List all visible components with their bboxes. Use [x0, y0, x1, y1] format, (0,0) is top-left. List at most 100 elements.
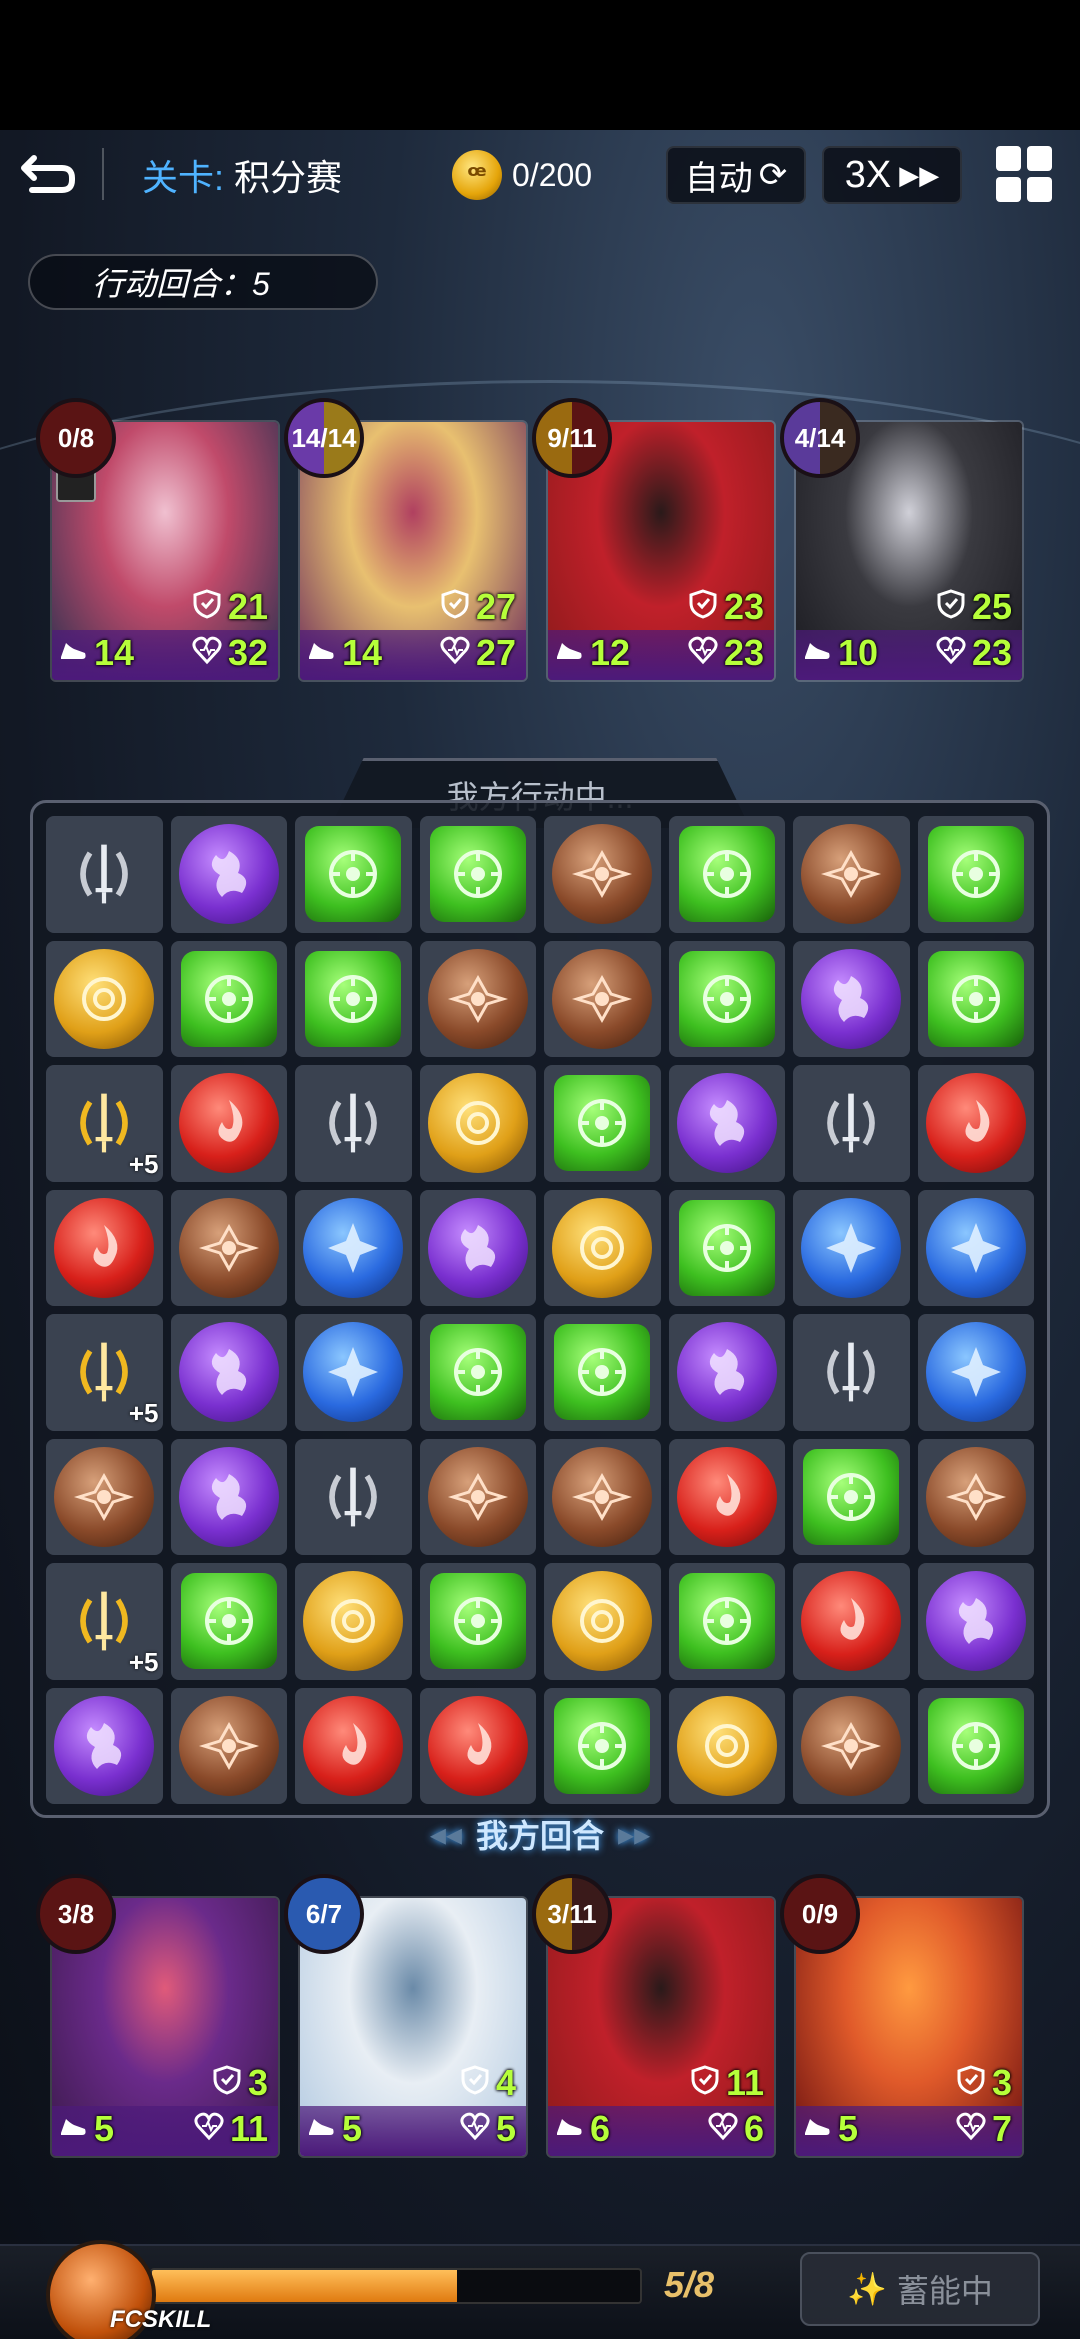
board-cell[interactable]: [46, 940, 163, 1057]
green-gem[interactable]: [678, 1573, 775, 1670]
board-cell[interactable]: [917, 816, 1034, 933]
board-cell[interactable]: [295, 1563, 412, 1680]
brown-gem[interactable]: [552, 1446, 653, 1547]
blue-gem[interactable]: [801, 1197, 902, 1298]
green-gem[interactable]: [927, 1697, 1024, 1794]
silver-sword-gem[interactable]: [801, 1322, 901, 1422]
board-cell[interactable]: [170, 1189, 287, 1306]
red-gem[interactable]: [303, 1695, 404, 1796]
board-cell[interactable]: [544, 1687, 661, 1804]
green-gem[interactable]: [554, 1324, 651, 1421]
board-cell[interactable]: [170, 1438, 287, 1555]
board-cell[interactable]: [793, 1563, 910, 1680]
board-cell[interactable]: [793, 1314, 910, 1431]
board-cell[interactable]: +5: [46, 1314, 163, 1431]
board-cell[interactable]: [917, 1065, 1034, 1182]
board-cell[interactable]: [917, 1563, 1034, 1680]
board-cell[interactable]: [917, 940, 1034, 1057]
red-gem[interactable]: [925, 1073, 1026, 1174]
green-gem[interactable]: [429, 826, 526, 923]
charge-button[interactable]: ✨ 蓄能中: [800, 2252, 1040, 2326]
red-gem[interactable]: [178, 1073, 279, 1174]
board-cell[interactable]: [170, 1065, 287, 1182]
green-gem[interactable]: [429, 1573, 526, 1670]
board-cell[interactable]: [170, 816, 287, 933]
board-cell[interactable]: [917, 1314, 1034, 1431]
brown-gem[interactable]: [427, 948, 528, 1049]
board-cell[interactable]: [668, 1314, 785, 1431]
brown-gem[interactable]: [801, 1695, 902, 1796]
board-cell[interactable]: [46, 816, 163, 933]
board-cell[interactable]: [793, 940, 910, 1057]
silver-sword-gem[interactable]: [303, 1073, 403, 1173]
brown-gem[interactable]: [54, 1446, 155, 1547]
board-cell[interactable]: [544, 816, 661, 933]
board-cell[interactable]: [419, 1438, 536, 1555]
board-cell[interactable]: [544, 940, 661, 1057]
board-cell[interactable]: [544, 1438, 661, 1555]
brown-gem[interactable]: [427, 1446, 528, 1547]
board-cell[interactable]: [170, 1563, 287, 1680]
purple-gem[interactable]: [427, 1197, 528, 1298]
gold-gem[interactable]: [427, 1073, 528, 1174]
speed-button[interactable]: 3X ▶▶: [822, 146, 962, 204]
purple-gem[interactable]: [178, 824, 279, 925]
board-cell[interactable]: [668, 1438, 785, 1555]
green-gem[interactable]: [678, 826, 775, 923]
board-cell[interactable]: [295, 940, 412, 1057]
board-cell[interactable]: [419, 1687, 536, 1804]
board-cell[interactable]: [295, 1438, 412, 1555]
green-gem[interactable]: [305, 950, 402, 1047]
board-cell[interactable]: [419, 1314, 536, 1431]
board-cell[interactable]: [295, 1314, 412, 1431]
board-cell[interactable]: [170, 1687, 287, 1804]
purple-gem[interactable]: [676, 1073, 777, 1174]
brown-gem[interactable]: [801, 824, 902, 925]
board-cell[interactable]: [295, 1189, 412, 1306]
grid-menu-icon[interactable]: [996, 146, 1052, 202]
board-cell[interactable]: [419, 1563, 536, 1680]
purple-gem[interactable]: [676, 1322, 777, 1423]
gem-board[interactable]: +5 +5 +5: [46, 816, 1034, 1804]
board-cell[interactable]: [544, 1563, 661, 1680]
board-cell[interactable]: [668, 940, 785, 1057]
board-cell[interactable]: [793, 1189, 910, 1306]
green-gem[interactable]: [927, 950, 1024, 1047]
board-cell[interactable]: [419, 1189, 536, 1306]
green-gem[interactable]: [803, 1448, 900, 1545]
board-cell[interactable]: [917, 1438, 1034, 1555]
board-cell[interactable]: [295, 1687, 412, 1804]
blue-gem[interactable]: [925, 1197, 1026, 1298]
green-gem[interactable]: [305, 826, 402, 923]
blue-gem[interactable]: [303, 1322, 404, 1423]
red-gem[interactable]: [676, 1446, 777, 1547]
brown-gem[interactable]: [552, 948, 653, 1049]
board-cell[interactable]: [793, 1687, 910, 1804]
red-gem[interactable]: [801, 1571, 902, 1672]
board-cell[interactable]: [295, 816, 412, 933]
purple-gem[interactable]: [925, 1571, 1026, 1672]
gold-gem[interactable]: [303, 1571, 404, 1672]
back-button[interactable]: [18, 140, 88, 210]
gold-gem[interactable]: [552, 1197, 653, 1298]
green-gem[interactable]: [678, 1199, 775, 1296]
green-gem[interactable]: [180, 950, 277, 1047]
board-cell[interactable]: [917, 1687, 1034, 1804]
auto-button[interactable]: 自动 ⟳: [666, 146, 806, 204]
board-cell[interactable]: [668, 816, 785, 933]
purple-gem[interactable]: [801, 948, 902, 1049]
board-cell[interactable]: [668, 1563, 785, 1680]
board-cell[interactable]: [419, 940, 536, 1057]
board-cell[interactable]: [295, 1065, 412, 1182]
green-gem[interactable]: [678, 950, 775, 1047]
purple-gem[interactable]: [178, 1322, 279, 1423]
brown-gem[interactable]: [925, 1446, 1026, 1547]
green-gem[interactable]: [180, 1573, 277, 1670]
board-cell[interactable]: [668, 1065, 785, 1182]
board-cell[interactable]: [46, 1438, 163, 1555]
board-cell[interactable]: [668, 1687, 785, 1804]
green-gem[interactable]: [554, 1697, 651, 1794]
gold-gem[interactable]: [54, 948, 155, 1049]
silver-sword-gem[interactable]: [303, 1447, 403, 1547]
green-gem[interactable]: [554, 1075, 651, 1172]
